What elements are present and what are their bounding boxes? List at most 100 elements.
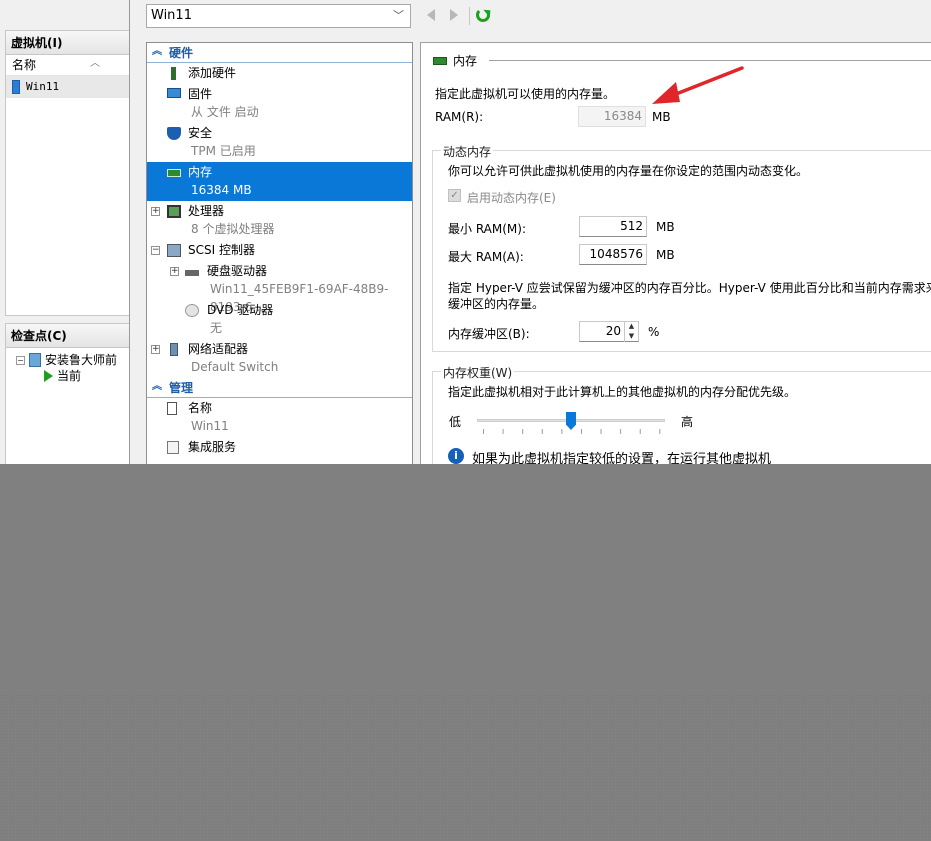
memory-weight-description: 指定此虚拟机相对于此计算机上的其他虚拟机的内存分配优先级。 [448,385,797,399]
buffer-unit: % [648,325,660,339]
tree-item-detail: 无 [210,321,223,335]
panel-title-label: 内存 [453,54,478,68]
vm-list-header: 虚拟机(I) [6,31,129,55]
tree-item-label: 网络适配器 [188,342,249,356]
tree-item-label: 固件 [188,87,213,101]
ram-label: RAM(R): [435,110,484,124]
buffer-description-line2: 缓冲区的内存量。 [448,297,545,311]
network-adapter-icon [170,343,178,356]
checkpoints-header: 检查点(C) [6,324,129,348]
tree-item-memory[interactable]: 内存 16384 MB [147,162,412,201]
section-management[interactable]: ︽ 管理 [147,378,412,398]
tree-item-detail: TPM 已启用 [191,144,256,158]
dither-band [0,694,931,841]
vm-list-panel: 虚拟机(I) 名称 ︿ Win11 [5,30,129,316]
max-ram-input[interactable]: 1048576 [579,244,647,265]
tree-item-label: 处理器 [188,204,225,218]
enable-dynamic-memory-checkbox[interactable]: ✓ [448,189,461,202]
weight-low-label: 低 [449,415,462,429]
back-arrow-icon[interactable] [427,9,435,21]
arrow-head [652,82,680,104]
forward-arrow-icon[interactable] [450,9,458,21]
spinner-down-icon[interactable]: ▼ [625,331,638,341]
tree-item-label: 内存 [188,165,213,179]
memory-description: 指定此虚拟机可以使用的内存量。 [435,87,616,101]
ram-input[interactable]: 16384 [578,106,646,127]
info-icon: i [448,448,464,464]
tree-item-detail: 16384 MB [191,183,252,197]
checkpoint-icon [29,353,41,367]
double-chevron-up-icon: ︽ [152,381,162,392]
checkpoint-label: 安装鲁大师前 [45,353,118,367]
tree-item-label: 添加硬件 [188,66,237,80]
chevron-down-icon: ﹀ [393,9,404,22]
tree-item-detail: Win11 [191,419,229,433]
shield-icon [167,127,181,140]
dvd-drive-icon [185,304,199,317]
section-hardware-label: 硬件 [169,46,194,60]
memory-icon [433,56,447,65]
enable-dynamic-memory-label: 启用动态内存(E) [467,191,556,205]
min-ram-input[interactable]: 512 [579,216,647,237]
current-state-label: 当前 [57,369,82,383]
collapse-icon[interactable]: − [16,355,25,365]
tree-item-detail: Default Switch [191,360,279,374]
dynamic-memory-group-label: 动态内存 [441,143,494,160]
min-ram-label: 最小 RAM(M): [448,222,526,236]
tree-item-integration-services[interactable]: 集成服务 [147,437,412,458]
tree-item-label: 安全 [188,126,213,140]
tree-item-processor[interactable]: + 处理器 8 个虚拟处理器 [147,201,412,240]
buffer-spinner[interactable]: ▲ ▼ [624,321,638,342]
tree-item-firmware[interactable]: 固件 从 文件 启动 [147,84,412,123]
processor-icon [167,205,181,218]
add-hardware-icon [167,67,181,80]
tree-item-detail: 从 文件 启动 [191,105,259,119]
max-ram-label: 最大 RAM(A): [448,250,524,264]
current-state-item[interactable]: 当前 [16,368,129,384]
weight-high-label: 高 [681,415,694,429]
firmware-icon [167,88,181,98]
double-chevron-up-icon: ︽ [152,46,162,57]
vm-list-item[interactable]: Win11 [6,76,129,98]
tree-item-scsi-controller[interactable]: − SCSI 控制器 [147,240,412,261]
screenshot-visible-region: 虚拟机(I) 名称 ︿ Win11 检查点(C) − 安装鲁大师前 当前 Win… [0,0,931,464]
tree-item-label: SCSI 控制器 [188,243,255,257]
tree-item-dvd-drive[interactable]: DVD 驱动器 无 [147,300,412,339]
slider-ticks [483,429,661,434]
tree-item-name[interactable]: 名称 Win11 [147,398,412,437]
vm-selector-dropdown[interactable]: Win11 ﹀ [146,4,411,28]
red-arrow-annotation [652,66,744,104]
settings-tree: ︽ 硬件 添加硬件 固件 从 文件 启动 安全 TPM 已启用 内存 16384… [146,42,413,464]
dynamic-memory-description: 你可以允许可供此虚拟机使用的内存量在你设定的范围内动态变化。 [448,164,809,178]
vm-icon [12,80,20,94]
tree-item-label: 名称 [188,401,213,415]
name-icon [167,402,177,415]
tree-item-hard-drive[interactable]: + 硬盘驱动器 Win11_45FEB9F1-69AF-48B9-8193-6.… [147,261,412,314]
sort-up-icon: ︿ [90,58,100,69]
tree-item-add-hardware[interactable]: 添加硬件 [147,63,412,84]
expand-icon[interactable]: + [151,345,160,354]
tree-item-security[interactable]: 安全 TPM 已启用 [147,123,412,162]
ram-unit: MB [652,110,671,124]
spinner-up-icon[interactable]: ▲ [625,321,638,331]
memory-icon [167,169,181,177]
hyperv-manager-pane: 虚拟机(I) 名称 ︿ Win11 检查点(C) − 安装鲁大师前 当前 [0,0,129,464]
name-column-header[interactable]: 名称 ︿ [6,55,129,76]
section-hardware[interactable]: ︽ 硬件 [147,43,412,63]
checkpoint-item[interactable]: − 安装鲁大师前 [16,352,129,368]
collapse-icon[interactable]: − [151,246,160,255]
min-ram-unit: MB [656,220,675,234]
memory-weight-group-label: 内存权重(W) [441,364,515,381]
tree-item-label: DVD 驱动器 [207,303,274,317]
hard-drive-icon [185,270,199,276]
max-ram-unit: MB [656,248,675,262]
gray-overlay [0,464,931,841]
buffer-label: 内存缓冲区(B): [448,327,530,341]
name-column-label: 名称 [12,58,37,72]
title-rule [489,60,931,61]
expand-icon[interactable]: + [170,267,179,276]
buffer-description-line1: 指定 Hyper-V 应尝试保留为缓冲区的内存百分比。Hyper-V 使用此百分… [448,281,931,295]
expand-icon[interactable]: + [151,207,160,216]
refresh-icon[interactable] [476,8,490,22]
tree-item-network-adapter[interactable]: + 网络适配器 Default Switch [147,339,412,378]
